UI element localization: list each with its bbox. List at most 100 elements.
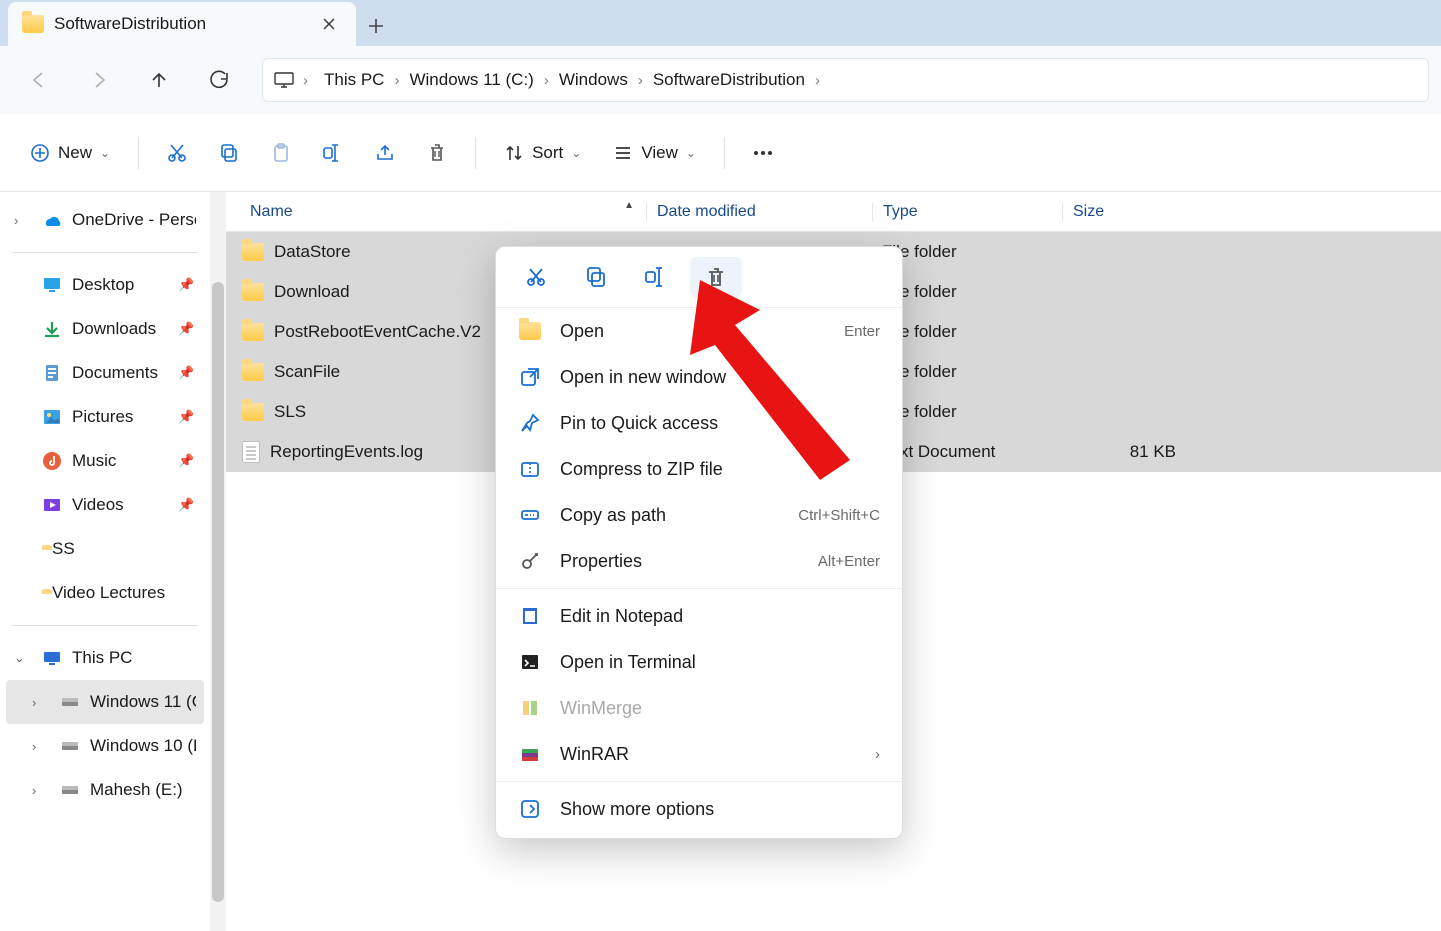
column-date[interactable]: Date modified [646, 203, 872, 221]
close-icon[interactable] [316, 11, 342, 37]
tab-strip: SoftwareDistribution [0, 0, 1441, 46]
pin-icon: 📌 [178, 409, 196, 425]
sidebar-item-ss[interactable]: SS [6, 527, 204, 571]
chevron-right-icon: › [32, 739, 50, 754]
chevron-down-icon: ⌄ [14, 650, 32, 666]
pin-icon: 📌 [178, 365, 196, 381]
file-name: Download [274, 282, 350, 302]
terminal-icon [518, 651, 542, 673]
separator [12, 252, 198, 253]
onedrive-icon [42, 213, 62, 227]
chevron-down-icon: ⌄ [571, 146, 581, 160]
sidebar-label: Windows 11 (C [90, 692, 196, 712]
ctx-open-in-new-window[interactable]: Open in new window [496, 354, 902, 400]
chevron-right-icon: › [14, 213, 32, 228]
refresh-button[interactable] [192, 58, 246, 102]
ctx-winmerge[interactable]: WinMerge [496, 685, 902, 731]
ctx-cut-button[interactable] [510, 257, 562, 297]
view-label: View [641, 143, 678, 163]
folder-icon [242, 403, 264, 421]
nav-bar: › This PC›Windows 11 (C:)›Windows›Softwa… [0, 46, 1441, 114]
separator [496, 588, 902, 589]
props-icon [518, 550, 542, 572]
pin-icon: 📌 [178, 497, 196, 513]
ctx-pin-to-quick-access[interactable]: Pin to Quick access [496, 400, 902, 446]
ctx-label: Show more options [560, 799, 880, 820]
breadcrumb-softwaredistribution[interactable]: SoftwareDistribution [645, 64, 813, 95]
scrollbar-thumb[interactable] [212, 282, 224, 902]
new-tab-button[interactable] [356, 6, 396, 46]
breadcrumb-windows[interactable]: Windows [551, 64, 636, 95]
folder-icon [22, 15, 44, 33]
forward-button[interactable] [72, 58, 126, 102]
column-size[interactable]: Size [1062, 203, 1192, 221]
folder-icon [242, 363, 264, 381]
breadcrumb-this-pc[interactable]: This PC [316, 64, 392, 95]
sidebar-item-this-pc[interactable]: ⌄ This PC [6, 636, 204, 680]
column-type[interactable]: Type [872, 203, 1062, 221]
address-bar[interactable]: › This PC›Windows 11 (C:)›Windows›Softwa… [262, 58, 1429, 102]
chevron-right-icon: › [636, 72, 645, 89]
ctx-compress-to-zip-file[interactable]: Compress to ZIP file [496, 446, 902, 492]
file-name: SLS [274, 402, 306, 422]
paste-button[interactable] [257, 131, 305, 175]
ctx-label: Open in Terminal [560, 652, 862, 673]
ctx-open[interactable]: OpenEnter [496, 308, 902, 354]
context-action-row [496, 247, 902, 308]
breadcrumb-windows-11-c-[interactable]: Windows 11 (C:) [401, 64, 541, 95]
sidebar-item-onedrive[interactable]: › OneDrive - Perso [6, 198, 204, 242]
more-button[interactable] [739, 131, 787, 175]
command-bar: New ⌄ Sort ⌄ View ⌄ [0, 114, 1441, 192]
sidebar-item-pictures[interactable]: Pictures📌 [6, 395, 204, 439]
ctx-label: WinMerge [560, 698, 862, 719]
sidebar-scrollbar[interactable] [210, 192, 226, 931]
ctx-delete-button[interactable] [690, 257, 742, 297]
ctx-properties[interactable]: PropertiesAlt+Enter [496, 538, 902, 584]
videos-icon [42, 495, 62, 515]
rename-button[interactable] [309, 131, 357, 175]
sidebar-label: Videos [72, 495, 168, 515]
open-icon [518, 322, 542, 340]
sidebar-item-documents[interactable]: Documents📌 [6, 351, 204, 395]
new-button[interactable]: New ⌄ [16, 131, 124, 175]
copy-button[interactable] [205, 131, 253, 175]
path-icon [518, 504, 542, 526]
pin-icon: 📌 [178, 277, 196, 293]
context-menu: OpenEnterOpen in new window Pin to Quick … [495, 246, 903, 839]
ctx-label: Properties [560, 551, 800, 572]
sidebar-item-drive[interactable]: ›Mahesh (E:) [6, 768, 204, 812]
sidebar-item-music[interactable]: Music📌 [6, 439, 204, 483]
delete-button[interactable] [413, 131, 461, 175]
ctx-winrar[interactable]: WinRAR› [496, 731, 902, 777]
share-button[interactable] [361, 131, 409, 175]
winmerge-icon [518, 697, 542, 719]
sort-button[interactable]: Sort ⌄ [490, 131, 595, 175]
up-button[interactable] [132, 58, 186, 102]
tab-softwaredistribution[interactable]: SoftwareDistribution [8, 2, 356, 46]
sidebar-item-desktop[interactable]: Desktop 📌 [6, 263, 204, 307]
ctx-label: Compress to ZIP file [560, 459, 862, 480]
sidebar-item-drive[interactable]: ›Windows 11 (C [6, 680, 204, 724]
ctx-show-more[interactable]: Show more options [496, 786, 902, 832]
column-name[interactable]: Name ▲ [226, 203, 646, 221]
sidebar-item-drive[interactable]: ›Windows 10 (D [6, 724, 204, 768]
ctx-rename-button[interactable] [630, 257, 682, 297]
sidebar-item-videos[interactable]: Videos 📌 [6, 483, 204, 527]
ctx-edit-in-notepad[interactable]: Edit in Notepad [496, 593, 902, 639]
cut-button[interactable] [153, 131, 201, 175]
sidebar-label: Desktop [72, 275, 168, 295]
chevron-right-icon: › [301, 72, 310, 89]
ctx-open-in-terminal[interactable]: Open in Terminal [496, 639, 902, 685]
file-size: 81 KB [1062, 442, 1192, 462]
pin-icon: 📌 [178, 453, 196, 469]
ctx-label: Pin to Quick access [560, 413, 862, 434]
ctx-label: Copy as path [560, 505, 780, 526]
back-button[interactable] [12, 58, 66, 102]
sidebar-item-video-lectures[interactable]: Video Lectures [6, 571, 204, 615]
ctx-copy-as-path[interactable]: Copy as pathCtrl+Shift+C [496, 492, 902, 538]
view-button[interactable]: View ⌄ [599, 131, 710, 175]
chevron-right-icon: › [875, 746, 880, 763]
sidebar-item-downloads[interactable]: Downloads📌 [6, 307, 204, 351]
chevron-down-icon: ⌄ [686, 146, 696, 160]
ctx-copy-button[interactable] [570, 257, 622, 297]
